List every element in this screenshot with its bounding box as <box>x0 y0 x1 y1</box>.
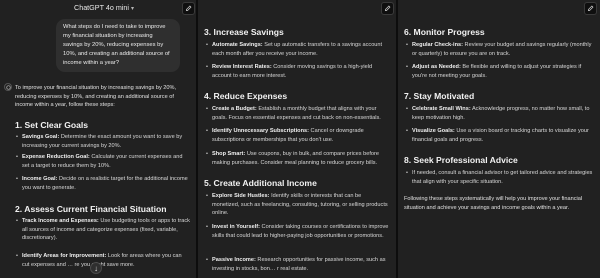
list-item: • Create a Budget: Establish a monthly bu… <box>206 106 381 121</box>
model-name: ChatGPT 4o mini <box>74 3 129 12</box>
intro-paragraph: To improve your financial situation by i… <box>15 85 177 109</box>
list-item: • Expense Reduction Goal: Calculate your … <box>16 154 183 169</box>
list-item: • Invest in Yourself: Consider taking cou… <box>206 224 389 239</box>
list-item: • Celebrate Small Wins: Acknowledge progr… <box>406 106 590 121</box>
chat-panel-2: 3. Increase Savings • Automate Savings: S… <box>198 0 396 278</box>
section-heading: 7. Stay Motivated <box>404 91 475 101</box>
list-item: • Passive Income: Research opportunities … <box>206 257 386 272</box>
assistant-avatar-icon <box>4 83 12 91</box>
list-item: • Identify Areas for Improvement: Look fo… <box>16 253 182 268</box>
list-item: • Visualize Goals: Use a vision board or … <box>406 128 589 143</box>
section-heading: 8. Seek Professional Advice <box>404 155 518 165</box>
conclusion-paragraph: Following these steps systematically wil… <box>404 196 583 211</box>
list-item: • Adjust as Needed: Be flexible and willi… <box>406 64 582 79</box>
section-heading: 6. Monitor Progress <box>404 27 485 37</box>
section-heading: 5. Create Additional Income <box>204 178 317 188</box>
chat-panel-1: ChatGPT 4o mini ▾ What steps do I need to… <box>0 0 196 278</box>
list-item: • Savings Goal: Determine the exact amoun… <box>16 134 183 149</box>
list-item: • Identify Unnecessary Subscriptions: Can… <box>206 128 364 143</box>
chat-panel-3: 6. Monitor Progress • Regular Check-ins: … <box>398 0 600 278</box>
chevron-down-icon: ▾ <box>131 6 135 12</box>
list-item: • Review Interest Rates: Consider moving … <box>206 64 373 79</box>
user-message: What steps do I need to take to improve … <box>56 19 180 72</box>
top-bar <box>398 0 600 16</box>
new-chat-icon[interactable] <box>584 2 597 15</box>
list-item: • Explore Side Hustles: Identify skills o… <box>206 193 388 217</box>
top-bar <box>198 0 396 16</box>
top-bar: ChatGPT 4o mini ▾ <box>0 0 196 16</box>
list-item: • Regular Check-ins: Review your budget a… <box>406 42 592 57</box>
section-heading: 2. Assess Current Financial Situation <box>15 204 167 214</box>
user-message-text: What steps do I need to take to improve … <box>63 24 170 66</box>
list-item: • Track Income and Expenses: Use budgetin… <box>16 218 190 242</box>
new-chat-icon[interactable] <box>381 2 394 15</box>
list-item: • Income Goal: Decide on a realistic targ… <box>16 176 188 191</box>
list-item: • Automate Savings: Set up automatic tran… <box>206 42 383 57</box>
scroll-down-button[interactable]: ↓ <box>90 262 102 274</box>
section-heading: 4. Reduce Expenses <box>204 91 288 101</box>
section-heading: 1. Set Clear Goals <box>15 120 89 130</box>
new-chat-icon[interactable] <box>182 2 195 15</box>
list-item: • If needed, consult a financial advisor … <box>406 170 593 185</box>
section-heading: 3. Increase Savings <box>204 27 284 37</box>
list-item: • Shop Smart: Use coupons, buy in bulk, a… <box>206 151 379 166</box>
model-selector[interactable]: ChatGPT 4o mini ▾ <box>74 3 134 12</box>
